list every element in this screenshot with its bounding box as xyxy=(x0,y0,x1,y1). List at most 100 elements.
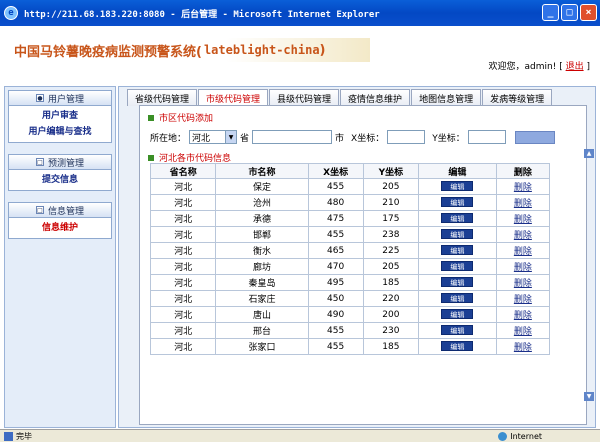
table-row: 河北 石家庄 450 220 编辑 删除 xyxy=(149,290,551,307)
tab-map-info[interactable]: 地图信息管理 xyxy=(411,89,482,106)
scroll-up-icon[interactable]: ▲ xyxy=(584,149,594,158)
page-header: 中国马铃薯晚疫病监测预警系统( lateblight-china ) 欢迎您，a… xyxy=(4,26,596,84)
edit-button[interactable]: 编辑 xyxy=(441,341,474,351)
province-select[interactable]: 河北 ▼ xyxy=(189,130,238,144)
city-cell: 沧州 xyxy=(215,194,309,211)
location-label: 所在地： xyxy=(150,133,187,144)
window-controls: _ □ × xyxy=(542,4,597,21)
province-cell: 河北 xyxy=(149,274,217,291)
table-header-row: 省名称 市名称 X坐标 Y坐标 编辑 删除 xyxy=(149,163,551,179)
delete-link[interactable]: 删除 xyxy=(514,263,532,273)
table-row: 河北 邢台 455 230 编辑 删除 xyxy=(149,322,551,339)
city-cell: 衡水 xyxy=(215,242,309,259)
sidebar-item-info-maintain[interactable]: 信息维护 xyxy=(9,220,111,236)
tab-province-code[interactable]: 省级代码管理 xyxy=(127,89,198,106)
add-section-title: 市区代码添加 xyxy=(148,111,213,124)
delete-link[interactable]: 删除 xyxy=(514,295,532,305)
tab-disease-level[interactable]: 发病等级管理 xyxy=(482,89,553,106)
province-cell: 河北 xyxy=(149,242,217,259)
delete-link[interactable]: 删除 xyxy=(514,247,532,257)
window-titlebar: e http://211.68.183.220:8080 - 后台管理 - Mi… xyxy=(0,0,600,26)
x-cell: 455 xyxy=(307,338,364,355)
sidebar-group-user[interactable]: ● 用户管理 xyxy=(8,90,112,106)
delete-link[interactable]: 删除 xyxy=(514,343,532,353)
chevron-down-icon: ▼ xyxy=(225,131,237,143)
province-cell: 河北 xyxy=(149,290,217,307)
x-cell: 480 xyxy=(307,194,364,211)
city-name-input[interactable] xyxy=(252,130,333,144)
edit-button[interactable]: 编辑 xyxy=(441,229,474,239)
sidebar-item-user-review[interactable]: 用户审查 xyxy=(9,108,111,124)
edit-button[interactable]: 编辑 xyxy=(441,309,474,319)
bullet-icon xyxy=(148,154,154,161)
close-button[interactable]: × xyxy=(580,4,597,21)
delete-link[interactable]: 删除 xyxy=(514,231,532,241)
city-cell: 廊坊 xyxy=(215,258,309,275)
y-cell: 175 xyxy=(362,210,420,227)
status-bar: 完毕 Internet xyxy=(0,429,600,442)
city-cell: 邢台 xyxy=(215,322,309,339)
column-header: 删除 xyxy=(495,163,551,179)
sidebar-group-forecast[interactable]: □ 预测管理 xyxy=(8,154,112,170)
province-cell: 河北 xyxy=(149,178,217,195)
add-city-form: 所在地： 河北 ▼ 省 市 X坐标： Y坐标： xyxy=(150,128,580,146)
y-label: Y坐标： xyxy=(432,133,465,144)
edit-button[interactable]: 编辑 xyxy=(441,325,474,335)
sidebar-item-submit-info[interactable]: 提交信息 xyxy=(9,172,111,188)
x-cell: 450 xyxy=(307,290,364,307)
column-header: Y坐标 xyxy=(362,163,420,179)
system-title: 中国马铃薯晚疫病监测预警系统( xyxy=(14,44,202,60)
y-coordinate-input[interactable] xyxy=(467,130,506,144)
edit-button[interactable]: 编辑 xyxy=(441,181,474,191)
page-icon xyxy=(4,431,13,441)
delete-link[interactable]: 删除 xyxy=(514,279,532,289)
logout-link[interactable]: 退出 xyxy=(566,62,584,72)
add-button[interactable] xyxy=(514,130,555,144)
edit-button[interactable]: 编辑 xyxy=(441,277,474,287)
edit-button[interactable]: 编辑 xyxy=(441,213,474,223)
province-cell: 河北 xyxy=(149,258,217,275)
column-header: X坐标 xyxy=(307,163,364,179)
province-suffix: 省 xyxy=(240,133,250,144)
edit-button[interactable]: 编辑 xyxy=(441,261,474,271)
delete-link[interactable]: 删除 xyxy=(514,327,532,337)
maximize-button[interactable]: □ xyxy=(561,4,578,21)
edit-button[interactable]: 编辑 xyxy=(441,245,474,255)
province-cell: 河北 xyxy=(149,210,217,227)
tab-county-code[interactable]: 县级代码管理 xyxy=(269,89,340,106)
delete-link[interactable]: 删除 xyxy=(514,215,532,225)
info-icon: □ xyxy=(35,206,44,214)
province-cell: 河北 xyxy=(149,338,217,355)
province-cell: 河北 xyxy=(149,226,217,243)
city-cell: 秦皇岛 xyxy=(215,274,309,291)
sidebar-group-title: 用户管理 xyxy=(47,94,84,105)
x-coordinate-input[interactable] xyxy=(387,130,426,144)
y-cell: 205 xyxy=(362,178,420,195)
tab-content: 市区代码添加 所在地： 河北 ▼ 省 市 X坐标： Y坐标： 河北各市代码信息 xyxy=(139,105,587,425)
x-label: X坐标： xyxy=(351,133,385,144)
y-cell: 185 xyxy=(362,274,420,291)
x-cell: 455 xyxy=(307,322,364,339)
sidebar-item-user-edit[interactable]: 用户编辑与查找 xyxy=(9,124,111,140)
sidebar-group-info[interactable]: □ 信息管理 xyxy=(8,202,112,218)
y-cell: 230 xyxy=(362,322,420,339)
sidebar-group-info-body: 信息维护 xyxy=(8,218,112,239)
minimize-button[interactable]: _ xyxy=(542,4,559,21)
table-row: 河北 邯郸 455 238 编辑 删除 xyxy=(149,226,551,243)
delete-link[interactable]: 删除 xyxy=(514,199,532,209)
edit-button[interactable]: 编辑 xyxy=(441,197,474,207)
scroll-down-icon[interactable]: ▼ xyxy=(584,392,594,401)
y-cell: 210 xyxy=(362,194,420,211)
tab-epidemic-info[interactable]: 疫情信息维护 xyxy=(340,89,411,106)
globe-icon xyxy=(498,431,508,441)
x-cell: 455 xyxy=(307,178,364,195)
table-row: 河北 唐山 490 200 编辑 删除 xyxy=(149,306,551,323)
delete-link[interactable]: 删除 xyxy=(514,311,532,321)
edit-button[interactable]: 编辑 xyxy=(441,293,474,303)
city-code-table: 省名称 市名称 X坐标 Y坐标 编辑 删除 河北 保定 455 205 编辑 删除 河北 沧州… xyxy=(149,163,551,355)
delete-link[interactable]: 删除 xyxy=(514,183,532,193)
province-cell: 河北 xyxy=(149,306,217,323)
city-cell: 石家庄 xyxy=(215,290,309,307)
system-title-latin: lateblight-china xyxy=(203,43,320,57)
sidebar-group-title: 预测管理 xyxy=(47,158,84,169)
